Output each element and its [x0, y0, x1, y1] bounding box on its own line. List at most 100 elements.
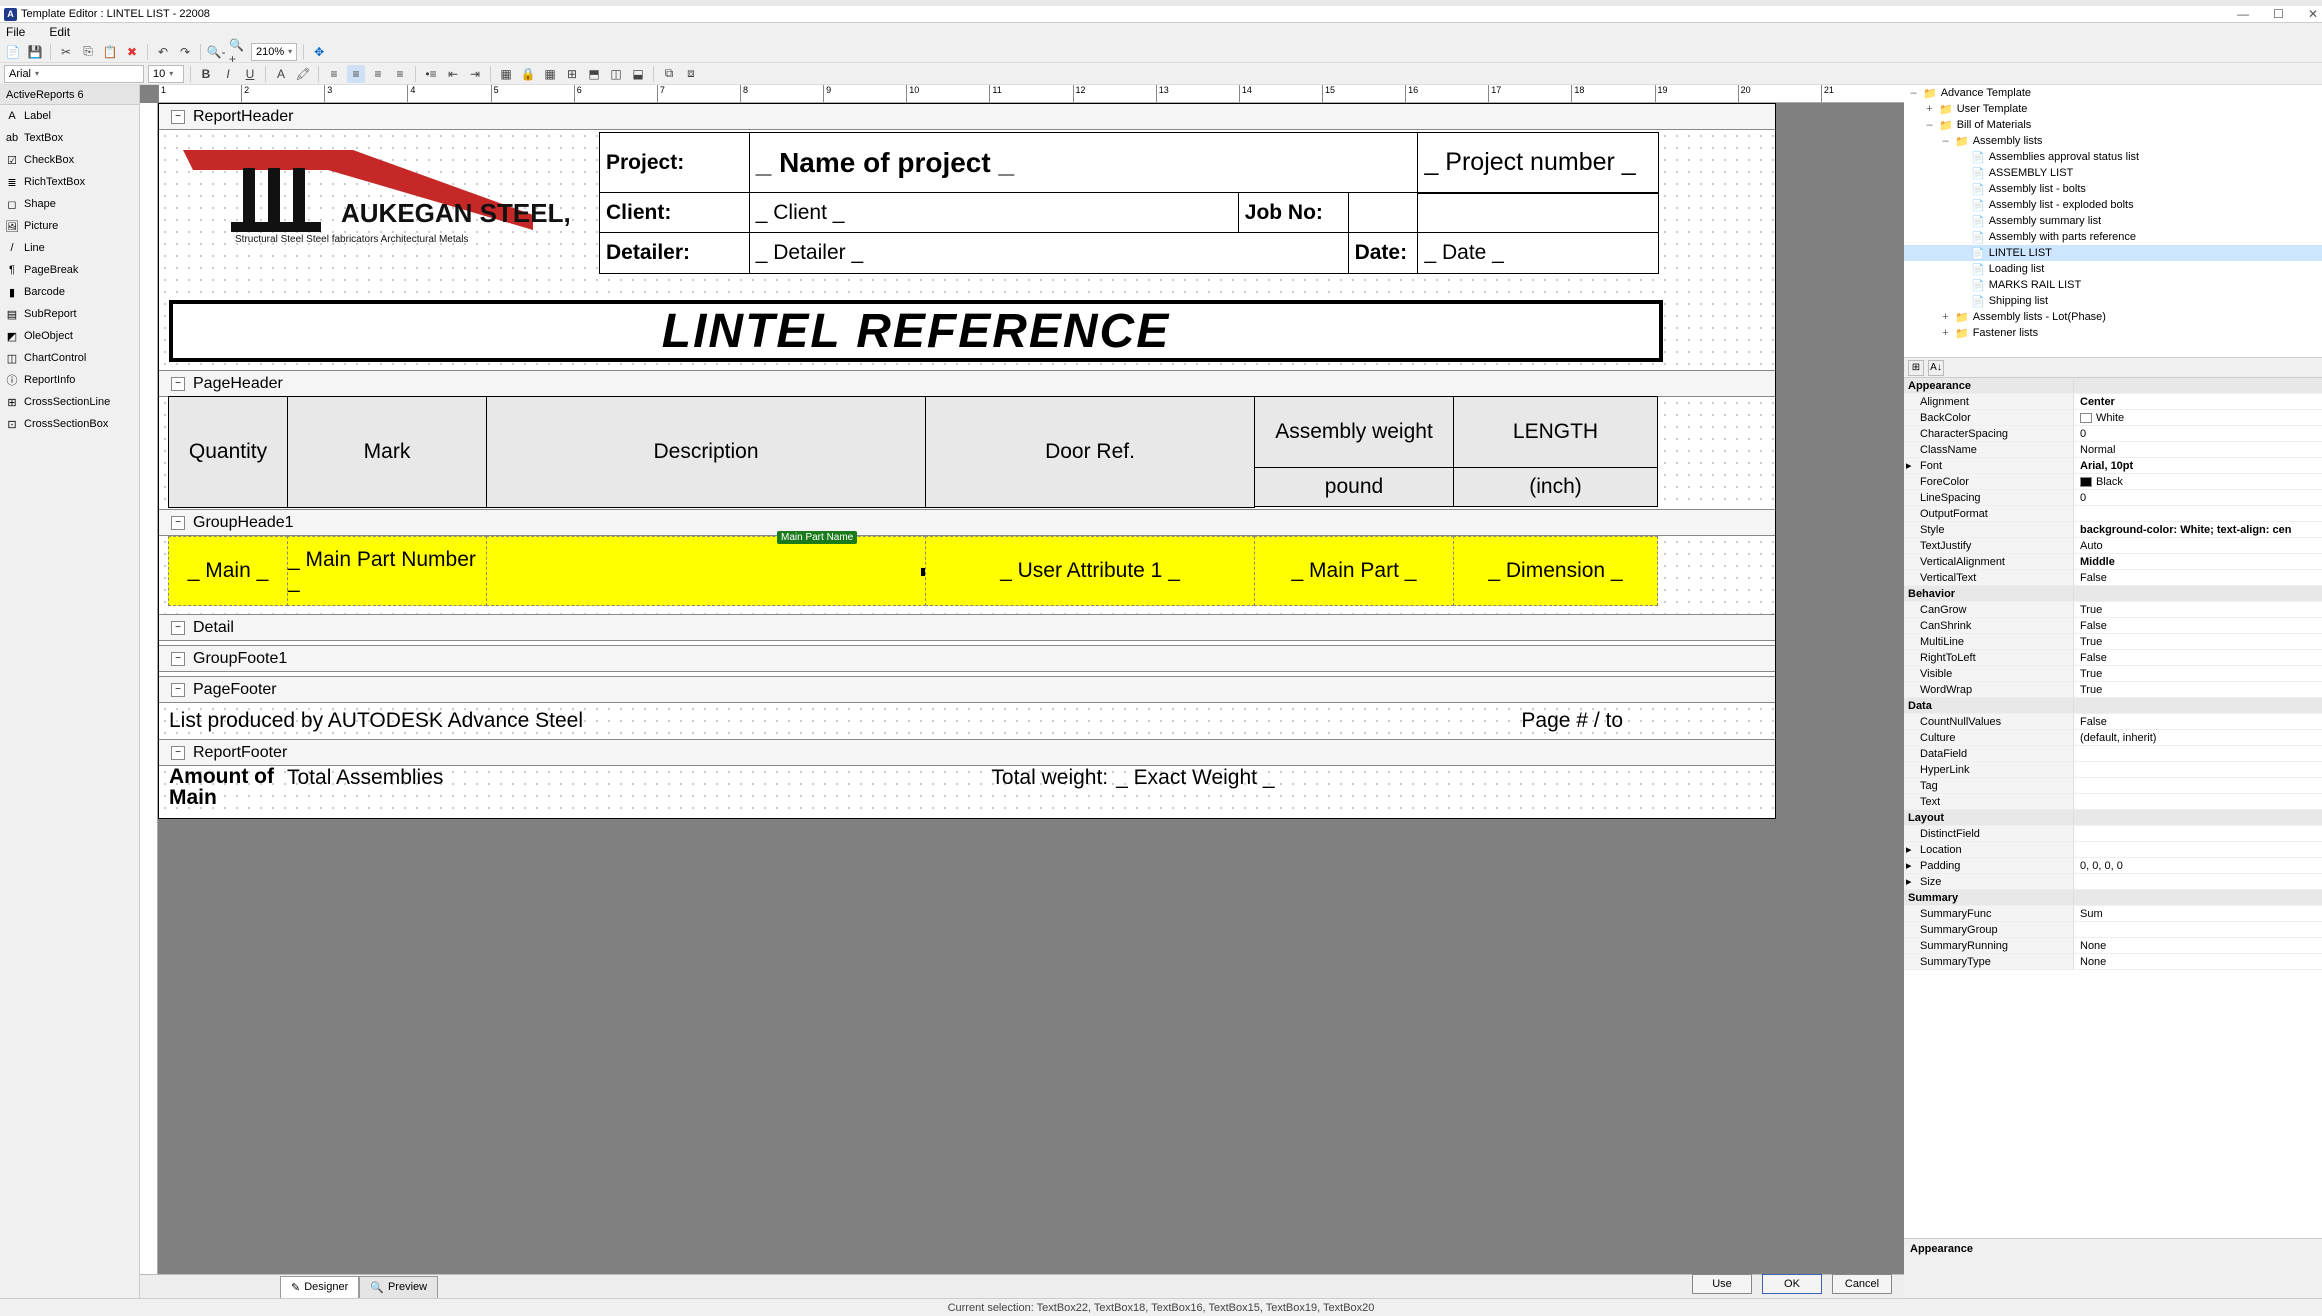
highlight-icon[interactable]: 🖍	[294, 65, 312, 83]
align-right-icon[interactable]: ≡	[369, 65, 387, 83]
align-bottom-icon[interactable]: ⬓	[629, 65, 647, 83]
toolbox-item[interactable]: ◫ChartControl	[0, 347, 139, 369]
maximize-button[interactable]: ☐	[2273, 7, 2284, 21]
tree-item[interactable]: 📄Shipping list	[1904, 293, 2322, 309]
ok-button[interactable]: OK	[1762, 1274, 1822, 1294]
collapse-icon[interactable]: −	[171, 110, 185, 124]
property-row[interactable]: ClassNameNormal	[1904, 442, 2322, 458]
toolbox-item[interactable]: ☑CheckBox	[0, 149, 139, 171]
toolbox-item[interactable]: ⊡CrossSectionBox	[0, 413, 139, 435]
property-row[interactable]: SummaryRunningNone	[1904, 938, 2322, 954]
indent-icon[interactable]: ⇥	[466, 65, 484, 83]
snap-icon[interactable]: ⊞	[563, 65, 581, 83]
tree-item[interactable]: 📄Assembly list - exploded bolts	[1904, 197, 2322, 213]
property-row[interactable]: VisibleTrue	[1904, 666, 2322, 682]
zoom-in-icon[interactable]: 🔍+	[229, 43, 247, 61]
toolbox-item[interactable]: 🖼Picture	[0, 215, 139, 237]
toolbox-item[interactable]: ◻Shape	[0, 193, 139, 215]
property-row[interactable]: OutputFormat	[1904, 506, 2322, 522]
move-icon[interactable]: ✥	[310, 43, 328, 61]
tree-item[interactable]: –📁Assembly lists	[1904, 133, 2322, 149]
property-row[interactable]: ▸Padding0, 0, 0, 0	[1904, 858, 2322, 874]
tree-item[interactable]: 📄Assembly with parts reference	[1904, 229, 2322, 245]
property-row[interactable]: SummaryGroup	[1904, 922, 2322, 938]
property-row[interactable]: Culture(default, inherit)	[1904, 730, 2322, 746]
undo-icon[interactable]: ↶	[154, 43, 172, 61]
toolbox-item[interactable]: ▮Barcode	[0, 281, 139, 303]
property-row[interactable]: MultiLineTrue	[1904, 634, 2322, 650]
tree-item[interactable]: 📄Loading list	[1904, 261, 2322, 277]
copy-icon[interactable]: ⎘	[79, 43, 97, 61]
bullets-icon[interactable]: •≡	[422, 65, 440, 83]
underline-icon[interactable]: U	[241, 65, 259, 83]
delete-icon[interactable]: ✖	[123, 43, 141, 61]
toolbox-item[interactable]: ⊞CrossSectionLine	[0, 391, 139, 413]
toolbox-item[interactable]: ⓘReportInfo	[0, 369, 139, 391]
tree-item[interactable]: 📄MARKS RAIL LIST	[1904, 277, 2322, 293]
tree-item[interactable]: 📄ASSEMBLY LIST	[1904, 165, 2322, 181]
zoom-out-icon[interactable]: 🔍-	[207, 43, 225, 61]
tab-designer[interactable]: ✎Designer	[280, 1276, 359, 1298]
toolbox-item[interactable]: /Line	[0, 237, 139, 259]
tree-item[interactable]: –📁Bill of Materials	[1904, 117, 2322, 133]
redo-icon[interactable]: ↷	[176, 43, 194, 61]
tree-item[interactable]: –📁Advance Template	[1904, 85, 2322, 101]
tab-preview[interactable]: 🔍Preview	[359, 1276, 438, 1298]
group-icon[interactable]: ⧉	[660, 65, 678, 83]
tree-item[interactable]: 📄Assemblies approval status list	[1904, 149, 2322, 165]
property-row[interactable]: AlignmentCenter	[1904, 394, 2322, 410]
property-row[interactable]: VerticalTextFalse	[1904, 570, 2322, 586]
property-row[interactable]: CanShrinkFalse	[1904, 618, 2322, 634]
property-row[interactable]: Text	[1904, 794, 2322, 810]
report-page[interactable]: −ReportHeader AUKEGAN ST	[158, 103, 1776, 819]
outdent-icon[interactable]: ⇤	[444, 65, 462, 83]
property-row[interactable]: Tag	[1904, 778, 2322, 794]
property-row[interactable]: CanGrowTrue	[1904, 602, 2322, 618]
template-tree[interactable]: –📁Advance Template+📁User Template–📁Bill …	[1904, 85, 2322, 358]
zoom-select[interactable]: 210%	[251, 43, 297, 61]
toolbox-item[interactable]: ▤SubReport	[0, 303, 139, 325]
property-row[interactable]: ForeColorBlack	[1904, 474, 2322, 490]
bold-icon[interactable]: B	[197, 65, 215, 83]
property-grid[interactable]: AppearanceAlignmentCenterBackColorWhiteC…	[1904, 378, 2322, 1238]
cut-icon[interactable]: ✂	[57, 43, 75, 61]
toolbox-item[interactable]: ◩OleObject	[0, 325, 139, 347]
property-row[interactable]: CharacterSpacing0	[1904, 426, 2322, 442]
border-icon[interactable]: ▦	[497, 65, 515, 83]
lock-icon[interactable]: 🔒	[519, 65, 537, 83]
property-row[interactable]: DistinctField	[1904, 826, 2322, 842]
grid-icon[interactable]: ▦	[541, 65, 559, 83]
menu-edit[interactable]: Edit	[49, 25, 70, 39]
property-row[interactable]: ▸FontArial, 10pt	[1904, 458, 2322, 474]
property-row[interactable]: SummaryFuncSum	[1904, 906, 2322, 922]
property-row[interactable]: RightToLeftFalse	[1904, 650, 2322, 666]
tree-item[interactable]: 📄LINTEL LIST	[1904, 245, 2322, 261]
property-row[interactable]: TextJustifyAuto	[1904, 538, 2322, 554]
toolbox-item[interactable]: ALabel	[0, 105, 139, 127]
property-row[interactable]: ▸Location	[1904, 842, 2322, 858]
property-row[interactable]: DataField	[1904, 746, 2322, 762]
toolbox-item[interactable]: ≣RichTextBox	[0, 171, 139, 193]
property-row[interactable]: Stylebackground-color: White; text-align…	[1904, 522, 2322, 538]
pagefooter-left[interactable]: List produced by AUTODESK Advance Steel	[169, 709, 583, 733]
toolbox-item[interactable]: ¶PageBreak	[0, 259, 139, 281]
align-top-icon[interactable]: ⬒	[585, 65, 603, 83]
tree-item[interactable]: 📄Assembly summary list	[1904, 213, 2322, 229]
alpha-sort-icon[interactable]: A↓	[1928, 360, 1944, 376]
tree-item[interactable]: +📁User Template	[1904, 101, 2322, 117]
pagefooter-right[interactable]: Page # / to	[1521, 709, 1623, 733]
company-logo[interactable]: AUKEGAN STEEL, LLC Structural Steel Stee…	[173, 140, 573, 250]
font-size-select[interactable]: 10	[148, 65, 184, 83]
align-left-icon[interactable]: ≡	[325, 65, 343, 83]
save-icon[interactable]: 💾	[26, 43, 44, 61]
ungroup-icon[interactable]: ⧈	[682, 65, 700, 83]
font-color-icon[interactable]: A	[272, 65, 290, 83]
property-row[interactable]: BackColorWhite	[1904, 410, 2322, 426]
align-center-icon[interactable]: ≡	[347, 65, 365, 83]
align-justify-icon[interactable]: ≡	[391, 65, 409, 83]
report-title-box[interactable]: LINTEL REFERENCE	[169, 300, 1663, 362]
minimize-button[interactable]: —	[2237, 7, 2249, 21]
tree-item[interactable]: 📄Assembly list - bolts	[1904, 181, 2322, 197]
property-row[interactable]: SummaryTypeNone	[1904, 954, 2322, 970]
align-middle-icon[interactable]: ◫	[607, 65, 625, 83]
